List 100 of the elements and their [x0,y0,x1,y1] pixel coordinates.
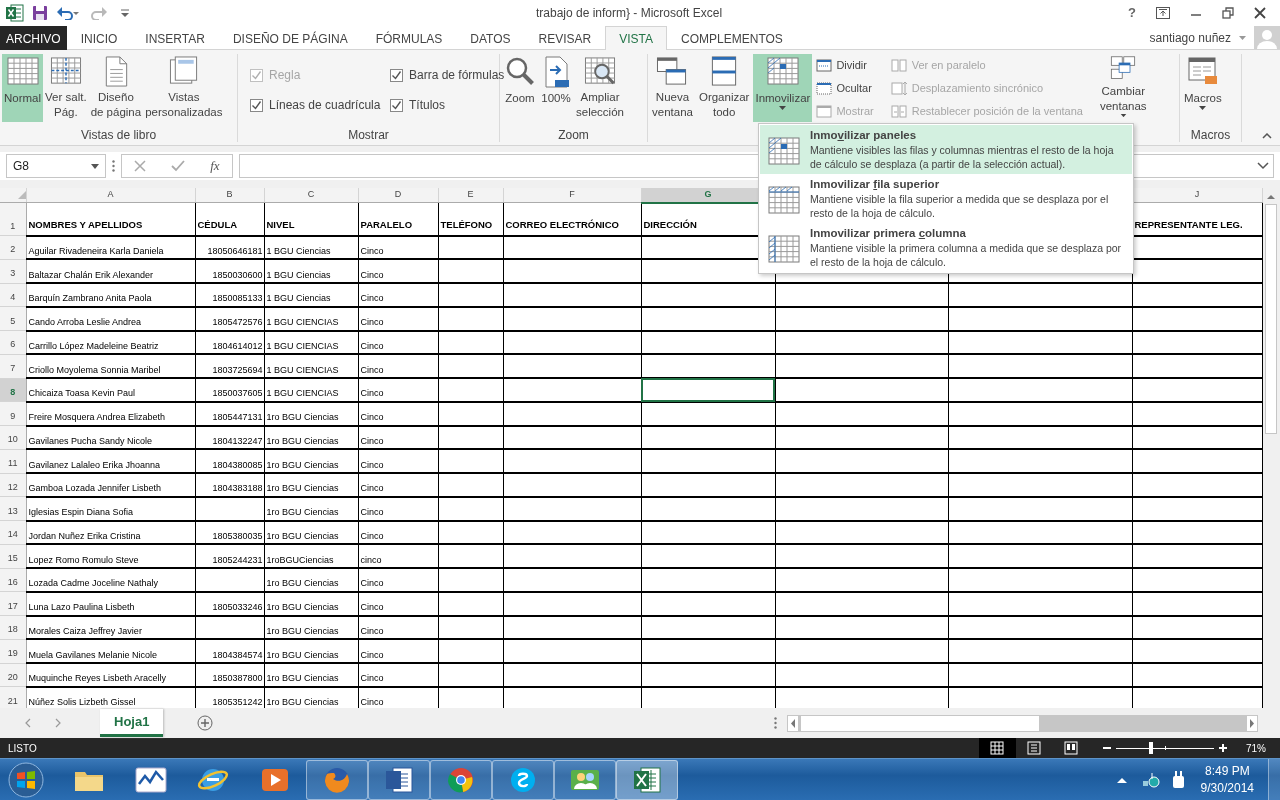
table-cell[interactable]: Cinco [358,283,438,307]
table-cell[interactable] [1132,401,1262,426]
row-header[interactable]: 10 [0,425,26,450]
table-cell[interactable] [775,663,948,687]
table-cell[interactable] [1132,568,1262,592]
table-cell[interactable] [438,235,503,260]
table-cell[interactable]: 1850037605 [195,378,264,402]
start-button[interactable] [6,759,46,800]
table-cell[interactable] [775,330,948,355]
table-cell[interactable] [948,591,1132,616]
table-cell[interactable]: Cinco [358,496,438,521]
scrollbar-thumb[interactable] [1265,204,1278,434]
table-cell[interactable]: TELÉFONO [438,202,503,236]
checkbox[interactable] [250,98,263,112]
table-cell[interactable]: 1ro BGU Ciencias [264,425,358,450]
table-cell[interactable] [641,449,775,473]
table-cell[interactable]: Cinco [358,425,438,450]
table-cell[interactable]: Gavilanez Lalaleo Erika Jhoanna [26,449,195,473]
table-cell[interactable] [948,568,1132,592]
table-cell[interactable]: 1803725694 [195,354,264,378]
row-header[interactable]: 11 [0,449,26,473]
column-header[interactable]: A [26,188,195,203]
table-cell[interactable]: 1ro BGU Ciencias [264,663,358,687]
table-cell[interactable]: 1804614012 [195,330,264,355]
table-cell[interactable]: Carrillo López Madeleine Beatriz [26,330,195,355]
table-cell[interactable] [1132,663,1262,687]
table-cell[interactable] [438,425,503,450]
taskbar-button[interactable] [554,759,616,800]
table-cell[interactable]: 1ro BGU Ciencias [264,520,358,545]
table-cell[interactable] [775,568,948,592]
table-cell[interactable] [438,591,503,616]
table-cell[interactable]: 1850085133 [195,283,264,307]
table-cell[interactable]: Gamboa Lozada Jennifer Lisbeth [26,473,195,497]
column-header[interactable]: J [1132,188,1262,203]
table-cell[interactable]: Muquinche Reyes Lisbeth Aracelly [26,663,195,687]
table-cell[interactable]: 1850387800 [195,663,264,687]
row-header[interactable]: 9 [0,401,26,426]
checkbox[interactable] [390,68,403,82]
table-cell[interactable] [503,449,641,473]
taskbar-button[interactable] [306,759,368,800]
macros-button[interactable]: Macros [1182,54,1224,122]
table-cell[interactable] [641,378,775,402]
table-cell[interactable]: 1805033246 [195,591,264,616]
table-cell[interactable] [641,354,775,378]
table-cell[interactable]: 1roBGUCiencias [264,544,358,568]
table-cell[interactable] [438,259,503,283]
tray-expand-icon[interactable] [1116,776,1127,783]
table-cell[interactable] [775,473,948,497]
table-cell[interactable] [438,544,503,568]
zoom-level-text[interactable]: 71% [1246,740,1266,756]
ribbon-tab[interactable]: INSERTAR [131,26,219,50]
table-cell[interactable]: Cinco [358,401,438,426]
close-icon[interactable] [1254,7,1266,19]
table-cell[interactable]: Cinco [358,378,438,402]
table-cell[interactable] [948,401,1132,426]
name-box[interactable]: G8 [6,154,106,178]
ribbon-tab[interactable]: VISTA [605,26,668,50]
table-cell[interactable] [195,568,264,592]
scroll-left-icon[interactable] [788,715,798,731]
scrollbar-thumb[interactable] [801,715,1039,731]
table-cell[interactable] [1132,354,1262,378]
table-cell[interactable] [503,496,641,521]
file-tab[interactable]: ARCHIVO [0,26,67,50]
table-cell[interactable] [1132,283,1262,307]
view-button[interactable]: Ver salt. Pág. [43,54,89,122]
table-cell[interactable] [641,425,775,450]
row-header[interactable]: 21 [0,686,26,708]
table-cell[interactable] [641,496,775,521]
row-header[interactable]: 18 [0,615,26,640]
window-button[interactable]: Inmovilizar [753,54,813,122]
view-button[interactable]: Diseño de página [88,54,144,122]
table-cell[interactable]: 1804132247 [195,425,264,450]
caret-icon[interactable] [91,163,99,169]
table-cell[interactable]: Cinco [358,330,438,355]
sheet-tab[interactable]: Hoja1 [100,709,164,737]
collapse-icon[interactable] [1262,133,1272,139]
table-cell[interactable] [438,378,503,402]
table-cell[interactable] [1132,449,1262,473]
ribbon-tab[interactable]: DATOS [456,26,525,50]
network-icon[interactable] [1140,770,1161,789]
table-cell[interactable]: 1804380085 [195,449,264,473]
table-cell[interactable] [641,401,775,426]
window-option-button[interactable]: Dividir [814,54,876,77]
table-cell[interactable] [438,568,503,592]
taskbar-button[interactable] [616,759,678,800]
column-header[interactable]: D [358,188,438,203]
undo-icon[interactable] [56,6,80,20]
view-button[interactable]: Vistas personalizadas [143,54,225,122]
help-button[interactable]: ? [1128,3,1136,23]
table-cell[interactable] [503,306,641,331]
table-cell[interactable]: 1ro BGU Ciencias [264,496,358,521]
window-button[interactable]: Cambiar ventanas [1097,54,1149,122]
table-cell[interactable] [503,401,641,426]
table-cell[interactable] [1132,425,1262,450]
row-header[interactable]: 12 [0,473,26,497]
table-cell[interactable] [503,235,641,260]
scroll-right-icon[interactable] [1247,715,1257,731]
table-cell[interactable] [503,639,641,663]
table-cell[interactable]: CÉDULA [195,202,264,236]
table-cell[interactable]: Lopez Romo Romulo Steve [26,544,195,568]
